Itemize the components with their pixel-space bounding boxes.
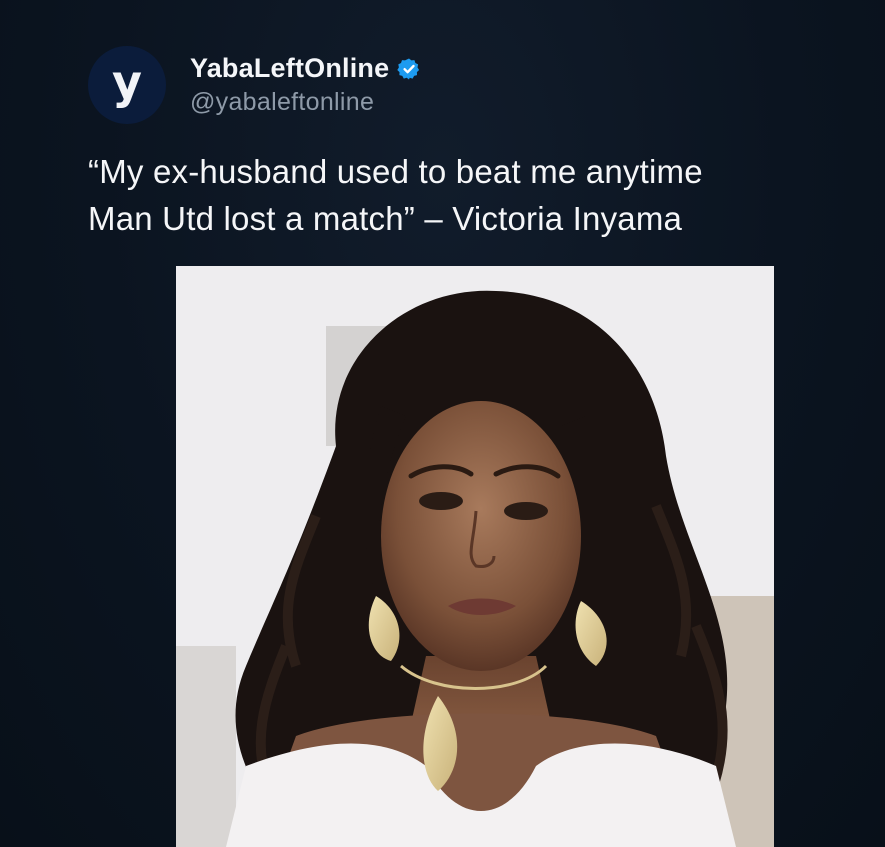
- avatar-logo-letter: y: [112, 55, 142, 109]
- tweet-text: “My ex-husband used to beat me anytime M…: [88, 148, 868, 242]
- name-row: YabaLeftOnline: [190, 53, 421, 84]
- user-handle[interactable]: @yabaleftonline: [190, 88, 421, 117]
- portrait-photo: [176, 266, 774, 847]
- avatar[interactable]: y: [88, 46, 166, 124]
- display-name[interactable]: YabaLeftOnline: [190, 53, 389, 84]
- tweet-text-line-1: “My ex-husband used to beat me anytime: [88, 153, 703, 190]
- tweet-header: y YabaLeftOnline @yabaleftonline: [88, 40, 421, 130]
- tweet-media-photo[interactable]: [176, 266, 774, 847]
- tweet-text-line-2: Man Utd lost a match” – Victoria Inyama: [88, 200, 683, 237]
- user-info[interactable]: YabaLeftOnline @yabaleftonline: [190, 53, 421, 117]
- tweet-post: y YabaLeftOnline @yabaleftonline “My ex-…: [0, 0, 885, 847]
- verified-badge-icon: [397, 58, 420, 79]
